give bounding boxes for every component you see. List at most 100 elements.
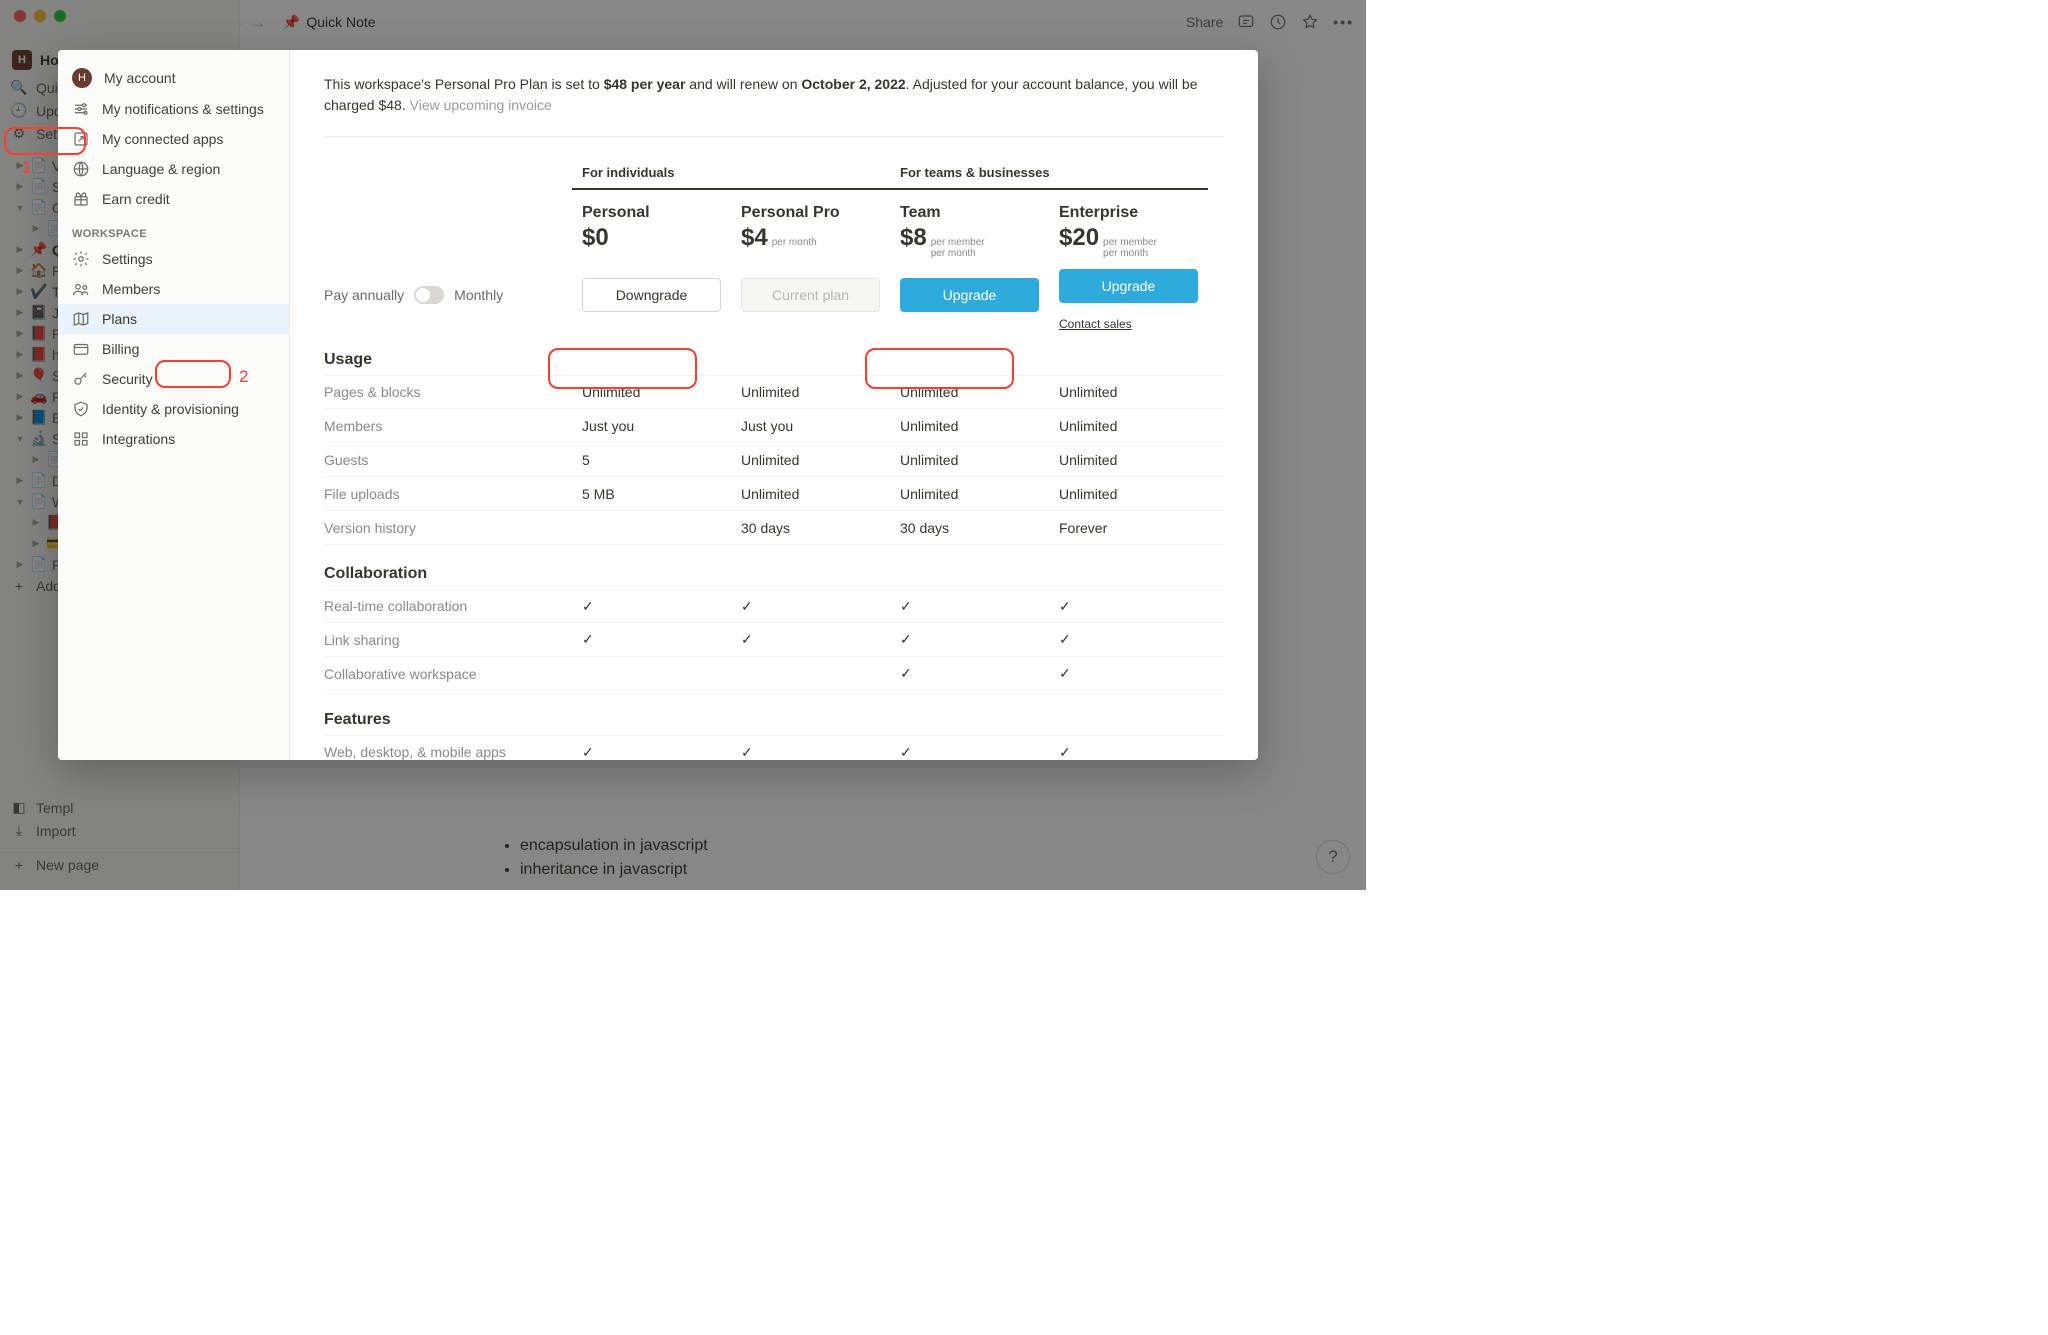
feature-label: Real-time collaboration [324, 598, 572, 614]
nav-label: My connected apps [102, 131, 223, 147]
plan-team-price: $8 [900, 224, 927, 252]
shield-icon [72, 400, 90, 418]
card-icon [72, 340, 90, 358]
nav-item-members[interactable]: Members [58, 274, 289, 304]
feature-cell: ✓ [572, 598, 731, 615]
feature-row: Link sharing✓✓✓✓ [324, 623, 1224, 657]
plan-pro-name: Personal Pro [741, 204, 880, 222]
feature-cell: ✓ [572, 631, 731, 648]
feature-row: File uploads5 MBUnlimitedUnlimitedUnlimi… [324, 477, 1224, 511]
nav-item-earn-credit[interactable]: Earn credit [58, 184, 289, 214]
people-icon [72, 280, 90, 298]
feature-cell: ✓ [890, 665, 1049, 682]
nav-item-settings[interactable]: Settings [58, 244, 289, 274]
feature-label: Pages & blocks [324, 384, 572, 400]
plan-personal-name: Personal [582, 204, 721, 222]
key-icon [72, 370, 90, 388]
plan-enterprise-price: $20 [1059, 224, 1099, 252]
current-plan-button: Current plan [741, 278, 880, 312]
feature-cell: 30 days [731, 520, 890, 536]
feature-cell: ✓ [731, 631, 890, 648]
settings-nav: HMy account My notifications & settings My… [58, 50, 290, 760]
nav-item-integrations[interactable]: Integrations [58, 424, 289, 454]
nav-label: Members [102, 281, 160, 297]
feature-cell: Unlimited [1049, 418, 1208, 434]
feature-cell: Unlimited [1049, 486, 1208, 502]
nav-label: My notifications & settings [102, 101, 264, 117]
nav-label: Earn credit [102, 191, 170, 207]
plan-pro-price: $4 [741, 224, 768, 252]
feature-cell: ✓ [1049, 665, 1208, 682]
view-invoice-link[interactable]: View upcoming invoice [410, 97, 552, 113]
feature-cell: Unlimited [731, 486, 890, 502]
feature-label: Members [324, 418, 572, 434]
nav-label: Integrations [102, 431, 175, 447]
feature-label: File uploads [324, 486, 572, 502]
feature-cell: ✓ [1049, 598, 1208, 615]
feature-row: Version history30 days30 daysForever [324, 511, 1224, 545]
nav-label: Plans [102, 311, 137, 327]
external-icon [72, 130, 90, 148]
nav-item-plans[interactable]: Plans [58, 304, 289, 334]
toggle-switch[interactable] [414, 286, 444, 304]
nav-label: Identity & provisioning [102, 401, 239, 417]
nav-item-my-account[interactable]: HMy account [58, 62, 289, 94]
feature-cell: Forever [1049, 520, 1208, 536]
feature-cell: 5 [572, 452, 731, 468]
billing-notice: This workspace's Personal Pro Plan is se… [324, 74, 1224, 116]
feature-cell: Unlimited [890, 418, 1049, 434]
feature-cell: Unlimited [1049, 452, 1208, 468]
feature-cell: ✓ [890, 598, 1049, 615]
settings-body: This workspace's Personal Pro Plan is se… [290, 50, 1258, 760]
plan-personal-price: $0 [582, 224, 609, 252]
gear-icon [72, 250, 90, 268]
feature-cell: ✓ [1049, 744, 1208, 761]
gift-icon [72, 190, 90, 208]
feature-cell: Unlimited [1049, 384, 1208, 400]
section-features: Features [324, 691, 1224, 735]
feature-cell: ✓ [731, 744, 890, 761]
feature-cell: Unlimited [890, 452, 1049, 468]
feature-row: Guests5UnlimitedUnlimitedUnlimited [324, 443, 1224, 477]
nav-item-notifications[interactable]: My notifications & settings [58, 94, 289, 124]
nav-item-billing[interactable]: Billing [58, 334, 289, 364]
nav-label: Security [102, 371, 153, 387]
feature-cell: ✓ [890, 744, 1049, 761]
nav-item-language[interactable]: Language & region [58, 154, 289, 184]
feature-row: Real-time collaboration✓✓✓✓ [324, 589, 1224, 623]
feature-cell: ✓ [1049, 631, 1208, 648]
feature-label: Web, desktop, & mobile apps [324, 744, 572, 760]
upgrade-enterprise-button[interactable]: Upgrade [1059, 269, 1198, 303]
feature-label: Collaborative workspace [324, 666, 572, 682]
feature-row: MembersJust youJust youUnlimitedUnlimite… [324, 409, 1224, 443]
feature-cell: ✓ [731, 598, 890, 615]
group-teams: For teams & businesses [890, 157, 1208, 190]
nav-item-identity[interactable]: Identity & provisioning [58, 394, 289, 424]
feature-cell: Just you [572, 418, 731, 434]
feature-row: Collaborative workspace ✓✓ [324, 657, 1224, 691]
feature-cell: Unlimited [890, 486, 1049, 502]
downgrade-button[interactable]: Downgrade [582, 278, 721, 312]
feature-cell: 5 MB [572, 486, 731, 502]
nav-item-connected-apps[interactable]: My connected apps [58, 124, 289, 154]
nav-item-security[interactable]: Security [58, 364, 289, 394]
feature-label: Guests [324, 452, 572, 468]
feature-cell: Unlimited [890, 384, 1049, 400]
feature-cell: Unlimited [731, 384, 890, 400]
settings-modal: HMy account My notifications & settings My… [58, 50, 1258, 760]
grid-icon [72, 430, 90, 448]
globe-icon [72, 160, 90, 178]
nav-section-workspace: WORKSPACE [58, 214, 289, 244]
map-icon [72, 310, 90, 328]
contact-sales-link[interactable]: Contact sales [1049, 317, 1208, 331]
plan-team-name: Team [900, 204, 1039, 222]
feature-cell: ✓ [572, 744, 731, 761]
nav-label: Settings [102, 251, 153, 267]
billing-period-toggle[interactable]: Pay annually Monthly [324, 286, 572, 304]
upgrade-team-button[interactable]: Upgrade [900, 278, 1039, 312]
feature-label: Version history [324, 520, 572, 536]
feature-cell: 30 days [890, 520, 1049, 536]
feature-cell: Just you [731, 418, 890, 434]
feature-row: Pages & blocksUnlimitedUnlimitedUnlimite… [324, 375, 1224, 409]
feature-row: Web, desktop, & mobile apps✓✓✓✓ [324, 735, 1224, 760]
